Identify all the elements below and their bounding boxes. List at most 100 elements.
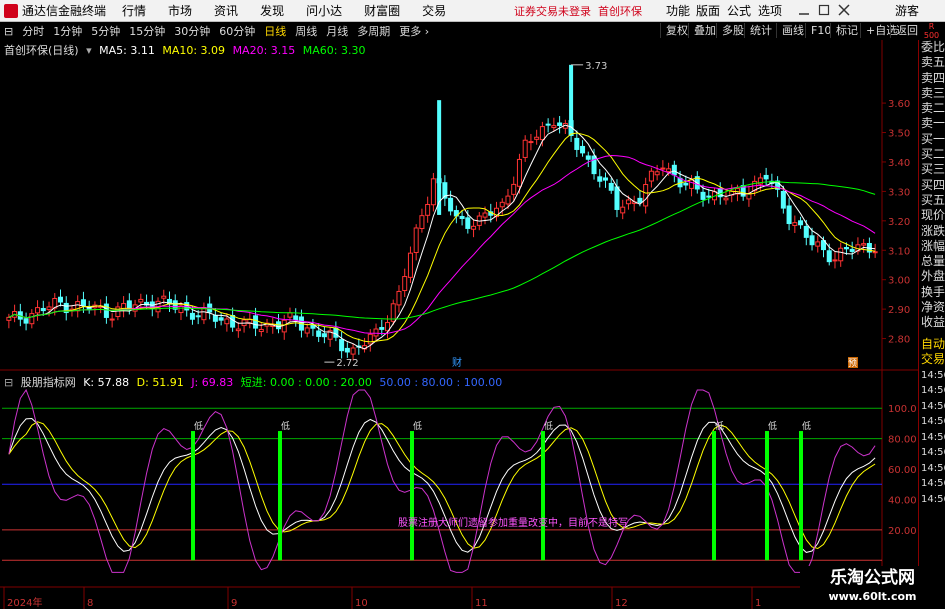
candle-down xyxy=(683,182,689,186)
price-tick-label: 2.80 xyxy=(888,335,910,346)
candle-down xyxy=(253,315,259,329)
candle-down xyxy=(798,220,804,226)
candle-down xyxy=(780,190,786,209)
low-signal-label: 低 xyxy=(544,420,553,432)
candle-down xyxy=(57,296,64,303)
date-tick-label: 10 xyxy=(355,598,368,609)
candle-up xyxy=(29,313,35,325)
price-tick-label: 3.20 xyxy=(888,217,910,228)
candle-down xyxy=(23,318,29,324)
quote-field-label: 卖二 xyxy=(921,101,945,116)
candle-up xyxy=(35,307,41,314)
low-signal-bar xyxy=(410,431,414,561)
watermark: 乐淘公式网 www.60lt.com xyxy=(800,566,945,609)
tick-time: 14:56 xyxy=(921,369,945,381)
candle-down xyxy=(333,327,339,338)
candle-up xyxy=(396,290,402,306)
candle-down xyxy=(803,225,809,238)
quote-field-label: 卖五 xyxy=(921,55,945,70)
quote-field-label: 净资 xyxy=(921,300,945,315)
candle-down xyxy=(293,315,299,321)
candle-up xyxy=(6,316,12,321)
ma10-line xyxy=(8,132,876,343)
candle-up xyxy=(499,201,505,208)
tick-time: 14:56 xyxy=(921,385,945,397)
date-tick-label: 2024年 xyxy=(7,596,42,609)
ma5-line xyxy=(8,124,876,350)
kline-chart[interactable]: 3.60 3.50 3.40 3.30 3.20 3.10 3.00 2.90 2.80 100.… xyxy=(0,0,945,609)
auto-trade-label[interactable]: 交易 xyxy=(919,352,945,368)
auto-trade-label[interactable]: 自动 xyxy=(919,337,945,353)
high-price-label: 3.73 xyxy=(585,61,607,72)
candle-down xyxy=(591,155,597,175)
candle-down xyxy=(321,333,327,338)
low-signal-label: 低 xyxy=(281,420,290,432)
candle-up xyxy=(115,306,121,318)
candle-up xyxy=(832,259,838,262)
candle-down xyxy=(614,186,620,210)
candle-down xyxy=(465,217,471,229)
tick-time: 14:56 xyxy=(921,478,945,490)
candle-up xyxy=(792,222,798,226)
candle-down xyxy=(316,330,322,337)
candle-down xyxy=(786,205,792,225)
tick-time: 14:56 xyxy=(921,431,945,443)
candle-down xyxy=(580,145,586,154)
candle-up xyxy=(471,225,477,230)
date-tick-label: 1 xyxy=(755,598,761,609)
date-tick-label: 12 xyxy=(615,598,628,609)
indicator-tick-label: 60.00 xyxy=(888,465,917,476)
candle-up xyxy=(511,183,517,195)
quote-field-label: 涨跌 xyxy=(921,223,945,238)
candle-up xyxy=(872,251,878,254)
price-tick-label: 2.90 xyxy=(888,305,910,316)
candle-up xyxy=(539,126,545,141)
candle-down xyxy=(597,176,603,182)
candle-up xyxy=(235,328,241,332)
candle-up xyxy=(723,197,729,201)
quote-field-label: 外盘 xyxy=(921,269,945,284)
candle-up xyxy=(534,136,540,140)
price-tick-label: 3.40 xyxy=(888,158,910,169)
low-signal-label: 低 xyxy=(413,420,422,432)
ma60-line xyxy=(8,181,876,320)
indicator-tick-label: 20.00 xyxy=(888,526,917,537)
candle-up xyxy=(201,307,207,321)
candle-down xyxy=(809,235,815,246)
quote-field-label: 总量 xyxy=(921,254,945,269)
candle-spike xyxy=(437,100,442,215)
candle-up xyxy=(425,204,431,216)
candle-up xyxy=(287,312,293,318)
low-signal-bar xyxy=(712,431,716,561)
date-tick-label: 8 xyxy=(87,598,93,609)
candle-up xyxy=(413,227,419,254)
price-tick-label: 3.60 xyxy=(888,99,910,110)
low-price-label: 2.72 xyxy=(336,358,358,369)
watermark-url: www.60lt.com xyxy=(828,590,917,603)
candle-up xyxy=(161,295,167,299)
candle-up xyxy=(815,241,821,247)
candle-up xyxy=(838,247,844,262)
candle-up xyxy=(643,184,649,207)
tick-time: 14:56 xyxy=(921,493,945,505)
candle-up xyxy=(46,306,52,311)
tick-time: 14:56 xyxy=(921,447,945,459)
candle-up xyxy=(109,318,115,321)
candle-spike xyxy=(569,64,574,133)
candle-down xyxy=(700,191,706,200)
low-signal-label: 低 xyxy=(802,420,811,432)
candle-down xyxy=(843,247,849,250)
quote-field-label: 现价 xyxy=(921,208,945,223)
price-tick-label: 3.00 xyxy=(888,276,910,287)
candle-up xyxy=(625,199,631,205)
candle-up xyxy=(430,178,436,206)
candle-down xyxy=(545,123,551,126)
candle-up xyxy=(654,171,660,176)
tick-time: 14:56 xyxy=(921,416,945,428)
candle-up xyxy=(373,328,379,337)
price-tick-label: 3.30 xyxy=(888,187,910,198)
candle-up xyxy=(304,327,310,334)
candle-up xyxy=(516,158,522,187)
low-signal-bar xyxy=(541,431,545,561)
candle-down xyxy=(195,315,201,318)
